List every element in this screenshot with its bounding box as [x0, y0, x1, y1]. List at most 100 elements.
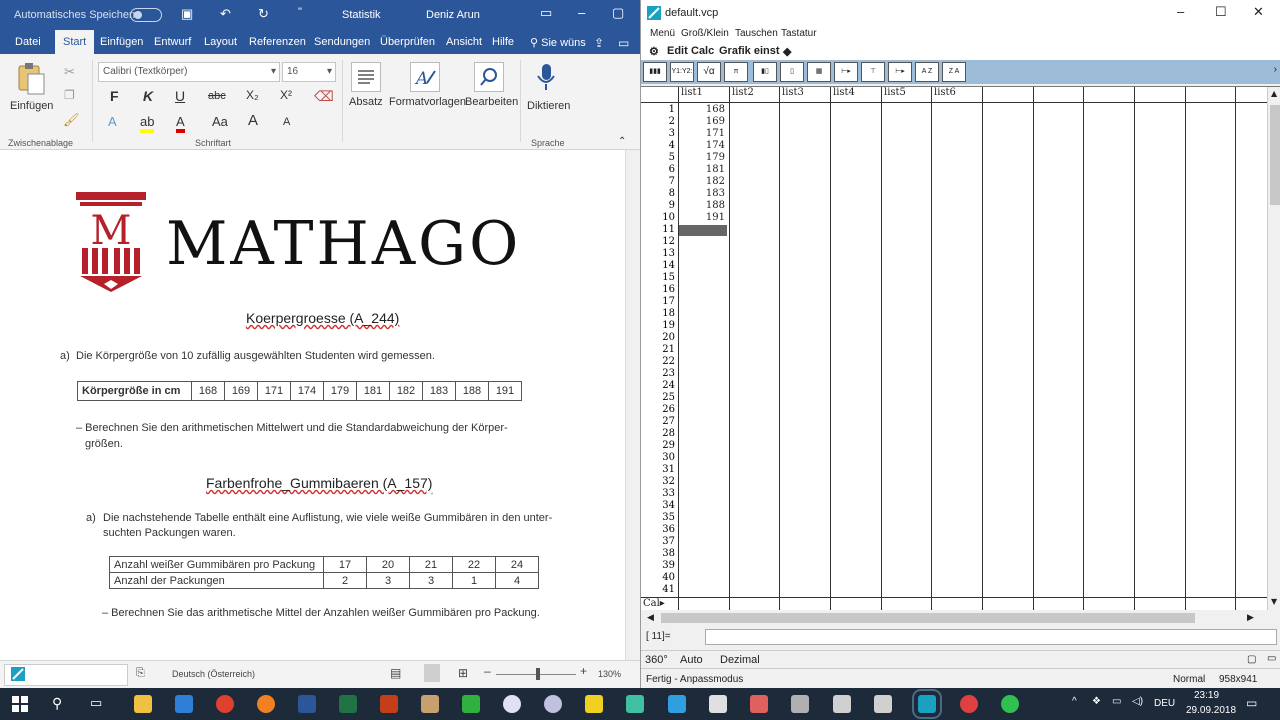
customize-qat-icon[interactable]: " [298, 6, 302, 18]
move-down-icon[interactable]: ⊤ [861, 62, 885, 82]
tab-ueberpruefen[interactable]: Überprüfen [380, 36, 435, 48]
list1-cell[interactable]: 183 [679, 188, 727, 199]
styles-icon[interactable]: A [410, 62, 440, 92]
settings-gear-icon[interactable]: ⚙ [649, 45, 659, 58]
calculator-icon[interactable] [874, 695, 892, 713]
list1-cell[interactable]: 168 [679, 104, 727, 115]
save-icon[interactable]: ▣ [181, 6, 193, 22]
chevron-up-icon[interactable]: ^ [1072, 696, 1077, 707]
menu-item-gross-klein[interactable]: Groß/Klein [681, 28, 729, 39]
minimize-icon[interactable]: – [578, 5, 585, 20]
document-scrollbar[interactable] [625, 150, 640, 660]
list1-cell[interactable]: 181 [679, 164, 727, 175]
app-icon[interactable] [668, 695, 686, 713]
column-header-list6[interactable]: list6 [932, 87, 956, 101]
cas-app-icon[interactable] [912, 689, 942, 719]
app-icon[interactable] [544, 695, 562, 713]
copy-icon[interactable]: ❐ [64, 88, 75, 102]
column-header-list2[interactable]: list2 [730, 87, 754, 101]
comments-icon[interactable]: ▭ [618, 36, 629, 50]
tab-layout[interactable]: Layout [204, 36, 237, 48]
underline-button[interactable]: U [175, 88, 185, 104]
language-status[interactable]: Deutsch (Österreich) [172, 669, 255, 679]
search-icon[interactable]: ⚲ [52, 695, 62, 712]
zoom-out-icon[interactable]: – [484, 664, 491, 678]
tab-ansicht[interactable]: Ansicht [446, 36, 482, 48]
grafik-einst-menu[interactable]: Grafik einst [719, 45, 780, 57]
pi-icon[interactable]: π 3.141 [724, 62, 748, 82]
file-explorer-icon[interactable] [134, 695, 152, 713]
volume-icon[interactable]: ◁) [1132, 696, 1143, 707]
clear-format-icon[interactable]: ⌫ [314, 88, 334, 105]
selected-cell[interactable] [679, 225, 727, 236]
font-size-select[interactable]: 16 ▾ [282, 62, 336, 82]
hscroll-thumb[interactable] [661, 613, 1195, 623]
zoom-in-icon[interactable]: + [580, 664, 587, 678]
app-icon[interactable] [421, 695, 439, 713]
tab-datei[interactable]: Datei [15, 36, 41, 48]
tell-me-input[interactable]: ⚲ Sie wüns [530, 36, 586, 49]
cal-row-label[interactable]: Cal▸ [643, 598, 665, 609]
collapse-ribbon-icon[interactable]: ⌃ [618, 136, 626, 147]
windows-start-icon[interactable] [12, 696, 28, 712]
whatsapp-icon[interactable] [1001, 695, 1019, 713]
app-icon[interactable] [503, 695, 521, 713]
ribbon-options-icon[interactable]: ▭ [540, 5, 552, 21]
maximize-icon[interactable]: ▢ [612, 5, 624, 21]
menu-item-tauschen[interactable]: Tauschen [735, 28, 778, 39]
resize-icon[interactable]: ▯ [780, 62, 804, 82]
dropbox-icon[interactable]: ❖ [1092, 696, 1101, 707]
column-header-list3[interactable]: list3 [780, 87, 804, 101]
app-icon[interactable] [960, 695, 978, 713]
sqrt-icon[interactable]: √α [697, 62, 721, 82]
zoom-slider-handle[interactable] [536, 668, 540, 680]
tab-einfuegen[interactable]: Einfügen [100, 36, 143, 48]
zoom-level[interactable]: 130% [598, 669, 621, 679]
calc-menu[interactable]: Calc [691, 45, 714, 57]
list1-cell[interactable]: 179 [679, 152, 727, 163]
autosave-toggle[interactable] [130, 8, 162, 22]
menu-item-tastatur[interactable]: Tastatur [781, 28, 817, 39]
close-icon[interactable]: ✕ [1253, 4, 1264, 20]
scroll-down-icon[interactable]: ▼ [1271, 597, 1277, 606]
camtasia-icon[interactable] [462, 695, 480, 713]
list1-cell[interactable]: 169 [679, 116, 727, 127]
bold-button[interactable]: F [110, 88, 119, 104]
scroll-right-icon[interactable]: ▢ [1247, 654, 1256, 665]
graph-icon[interactable]: ▮▮▮ [643, 62, 667, 82]
task-view-icon[interactable]: ▭ [90, 695, 102, 711]
column-header-list5[interactable]: list5 [882, 87, 906, 101]
web-layout-icon[interactable]: ⊞ [458, 666, 468, 680]
strikethrough-button[interactable]: abc [208, 90, 226, 102]
list1-cell[interactable]: 171 [679, 128, 727, 139]
search-icon[interactable] [474, 62, 504, 92]
app-icon[interactable] [750, 695, 768, 713]
minimize-icon[interactable]: – [1177, 4, 1184, 19]
menu-item-menue[interactable]: Menü [650, 28, 675, 39]
diamond-icon[interactable]: ◆ [783, 45, 791, 58]
list1-cell[interactable]: 188 [679, 200, 727, 211]
paste-icon[interactable] [16, 62, 46, 95]
microphone-icon[interactable] [532, 62, 562, 92]
chrome-icon[interactable] [216, 695, 234, 713]
clock-date[interactable]: 29.09.2018 [1186, 705, 1236, 716]
undo-icon[interactable]: ↶ [220, 6, 231, 22]
read-mode-icon[interactable]: ▤ [390, 666, 401, 680]
diktieren-button[interactable]: Diktieren [527, 100, 570, 112]
column-header-list1[interactable]: list1 [679, 87, 703, 101]
sheet-scrollbar[interactable]: ▲ ▼ [1267, 87, 1280, 610]
firefox-icon[interactable] [257, 695, 275, 713]
maximize-icon[interactable]: ☐ [1215, 4, 1227, 20]
fill-right-icon[interactable]: ⊢▸ [888, 62, 912, 82]
tab-referenzen[interactable]: Referenzen [249, 36, 306, 48]
scroll-up-icon[interactable]: ▲ [1271, 89, 1277, 98]
paragraph-icon[interactable] [351, 62, 381, 92]
shrink-font-button[interactable]: A [283, 116, 290, 128]
powerpoint-icon[interactable] [380, 695, 398, 713]
toolbar-more-icon[interactable]: › [1274, 64, 1277, 75]
column-header-list4[interactable]: list4 [831, 87, 855, 101]
insert-cell-icon[interactable]: ▮▯ [753, 62, 777, 82]
taskbar-preview-thumb[interactable] [4, 664, 128, 686]
sheet-hscrollbar[interactable]: ◀ ▶ [641, 610, 1280, 626]
list1-cell[interactable]: 174 [679, 140, 727, 151]
